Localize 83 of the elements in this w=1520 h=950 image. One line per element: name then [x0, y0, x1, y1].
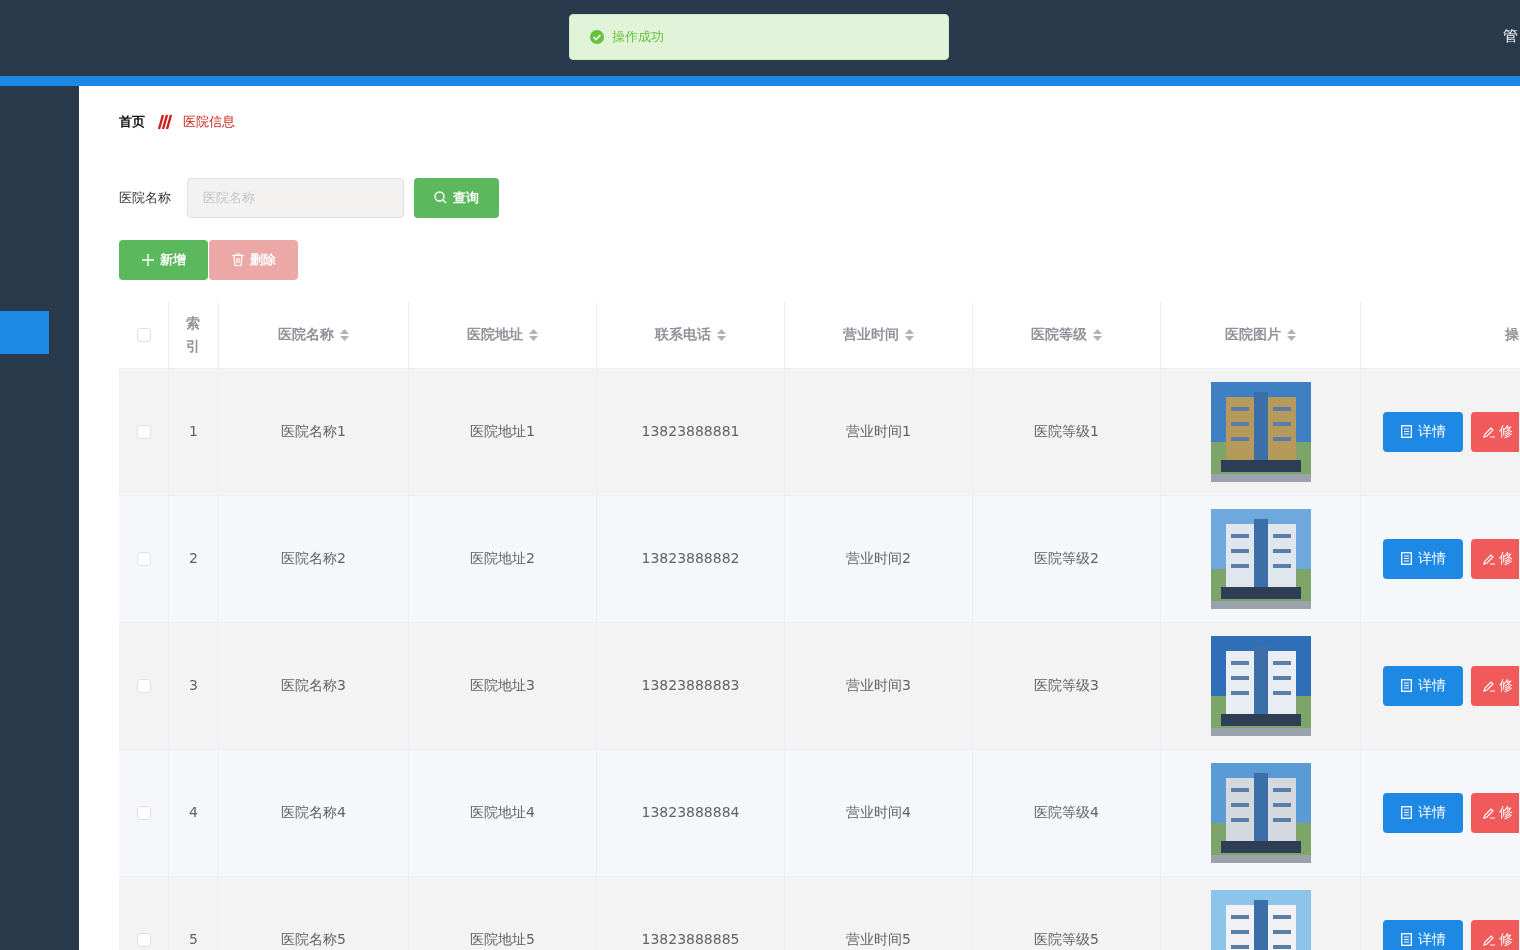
- pencil-icon: [1483, 679, 1495, 692]
- sort-icon[interactable]: [1287, 328, 1296, 341]
- table-cell-text: 5: [189, 930, 198, 949]
- table-cell-text: 4: [189, 803, 198, 822]
- document-icon: [1400, 679, 1412, 692]
- pencil-icon: [1483, 425, 1495, 438]
- table-cell-text: 医院名称3: [281, 676, 346, 695]
- field-label: 医院名称: [119, 188, 172, 207]
- table-cell-text: 医院名称1: [281, 422, 346, 441]
- toast-message: 操作成功: [612, 28, 664, 47]
- table-cell-text: 医院等级1: [1034, 422, 1099, 441]
- column-header[interactable]: 医院图片: [1225, 324, 1281, 345]
- sort-icon[interactable]: [1093, 328, 1102, 341]
- table-cell-text: 医院等级5: [1034, 930, 1099, 949]
- table-cell-text: 医院地址5: [470, 930, 535, 949]
- column-header[interactable]: 营业时间: [843, 324, 899, 345]
- table-cell-text: 医院地址3: [470, 676, 535, 695]
- table-cell-text: 医院等级2: [1034, 549, 1099, 568]
- separator-icon: [155, 113, 173, 130]
- column-header: 操: [1505, 325, 1519, 344]
- sort-icon[interactable]: [717, 328, 726, 341]
- edit-button[interactable]: 修: [1471, 919, 1519, 950]
- pencil-icon: [1483, 806, 1495, 819]
- column-header[interactable]: 索引: [185, 312, 202, 357]
- table-cell-text: 医院等级3: [1034, 676, 1099, 695]
- row-checkbox[interactable]: [136, 424, 151, 439]
- search-button[interactable]: 查询: [414, 177, 499, 218]
- table-cell-text: 医院名称2: [281, 549, 346, 568]
- table-cell-text: 13823888885: [641, 930, 740, 949]
- table-cell-text: 13823888882: [641, 549, 740, 568]
- pencil-icon: [1483, 933, 1495, 946]
- search-icon: [434, 191, 447, 204]
- row-checkbox[interactable]: [136, 678, 151, 693]
- user-label[interactable]: 管: [1503, 28, 1520, 48]
- plus-icon: [141, 253, 154, 266]
- column-header[interactable]: 联系电话: [655, 324, 711, 345]
- table-cell-text: 营业时间4: [846, 803, 911, 822]
- pencil-icon: [1483, 552, 1495, 565]
- breadcrumb-item[interactable]: 首页: [119, 112, 145, 132]
- edit-button[interactable]: 修: [1471, 411, 1519, 452]
- document-icon: [1400, 933, 1412, 946]
- document-icon: [1400, 552, 1412, 565]
- column-header[interactable]: 医院名称: [278, 324, 334, 345]
- table-cell-text: 营业时间5: [846, 930, 911, 949]
- details-button[interactable]: 详情: [1383, 792, 1463, 833]
- column-header[interactable]: 医院等级: [1031, 324, 1087, 345]
- table-cell-text: 13823888884: [641, 803, 740, 822]
- add-button[interactable]: 新增: [119, 239, 208, 280]
- table-cell-text: 医院名称5: [281, 930, 346, 949]
- row-checkbox[interactable]: [136, 551, 151, 566]
- table-cell-text: 2: [189, 549, 198, 568]
- details-button[interactable]: 详情: [1383, 665, 1463, 706]
- table-cell-text: 营业时间3: [846, 676, 911, 695]
- table-cell-text: 医院地址4: [470, 803, 535, 822]
- details-button[interactable]: 详情: [1383, 411, 1463, 452]
- row-checkbox[interactable]: [136, 805, 151, 820]
- details-button[interactable]: 详情: [1383, 919, 1463, 950]
- edit-button[interactable]: 修: [1471, 538, 1519, 579]
- details-button[interactable]: 详情: [1383, 538, 1463, 579]
- row-checkbox[interactable]: [136, 932, 151, 947]
- column-header[interactable]: 医院地址: [467, 324, 523, 345]
- select-all-checkbox[interactable]: [136, 327, 151, 342]
- table-cell-text: 1: [189, 422, 198, 441]
- table-cell-text: 13823888881: [641, 422, 740, 441]
- sort-icon[interactable]: [340, 328, 349, 341]
- table-cell-text: 13823888883: [641, 676, 740, 695]
- table-cell-text: 医院名称4: [281, 803, 346, 822]
- document-icon: [1400, 425, 1412, 438]
- trash-icon: [231, 253, 244, 266]
- edit-button[interactable]: 修: [1471, 665, 1519, 706]
- document-icon: [1400, 806, 1412, 819]
- breadcrumb-item[interactable]: 医院信息: [183, 112, 235, 132]
- table-cell-text: 医院地址1: [470, 422, 535, 441]
- table-cell-text: 3: [189, 676, 198, 695]
- success-icon: [590, 30, 604, 44]
- table-cell-text: 营业时间1: [846, 422, 911, 441]
- sort-icon[interactable]: [905, 328, 914, 341]
- table-cell-text: 医院等级4: [1034, 803, 1099, 822]
- sort-icon[interactable]: [529, 328, 538, 341]
- sidebar-item[interactable]: [0, 311, 49, 354]
- edit-button[interactable]: 修: [1471, 792, 1519, 833]
- table-cell-text: 医院地址2: [470, 549, 535, 568]
- table-cell-text: 营业时间2: [846, 549, 911, 568]
